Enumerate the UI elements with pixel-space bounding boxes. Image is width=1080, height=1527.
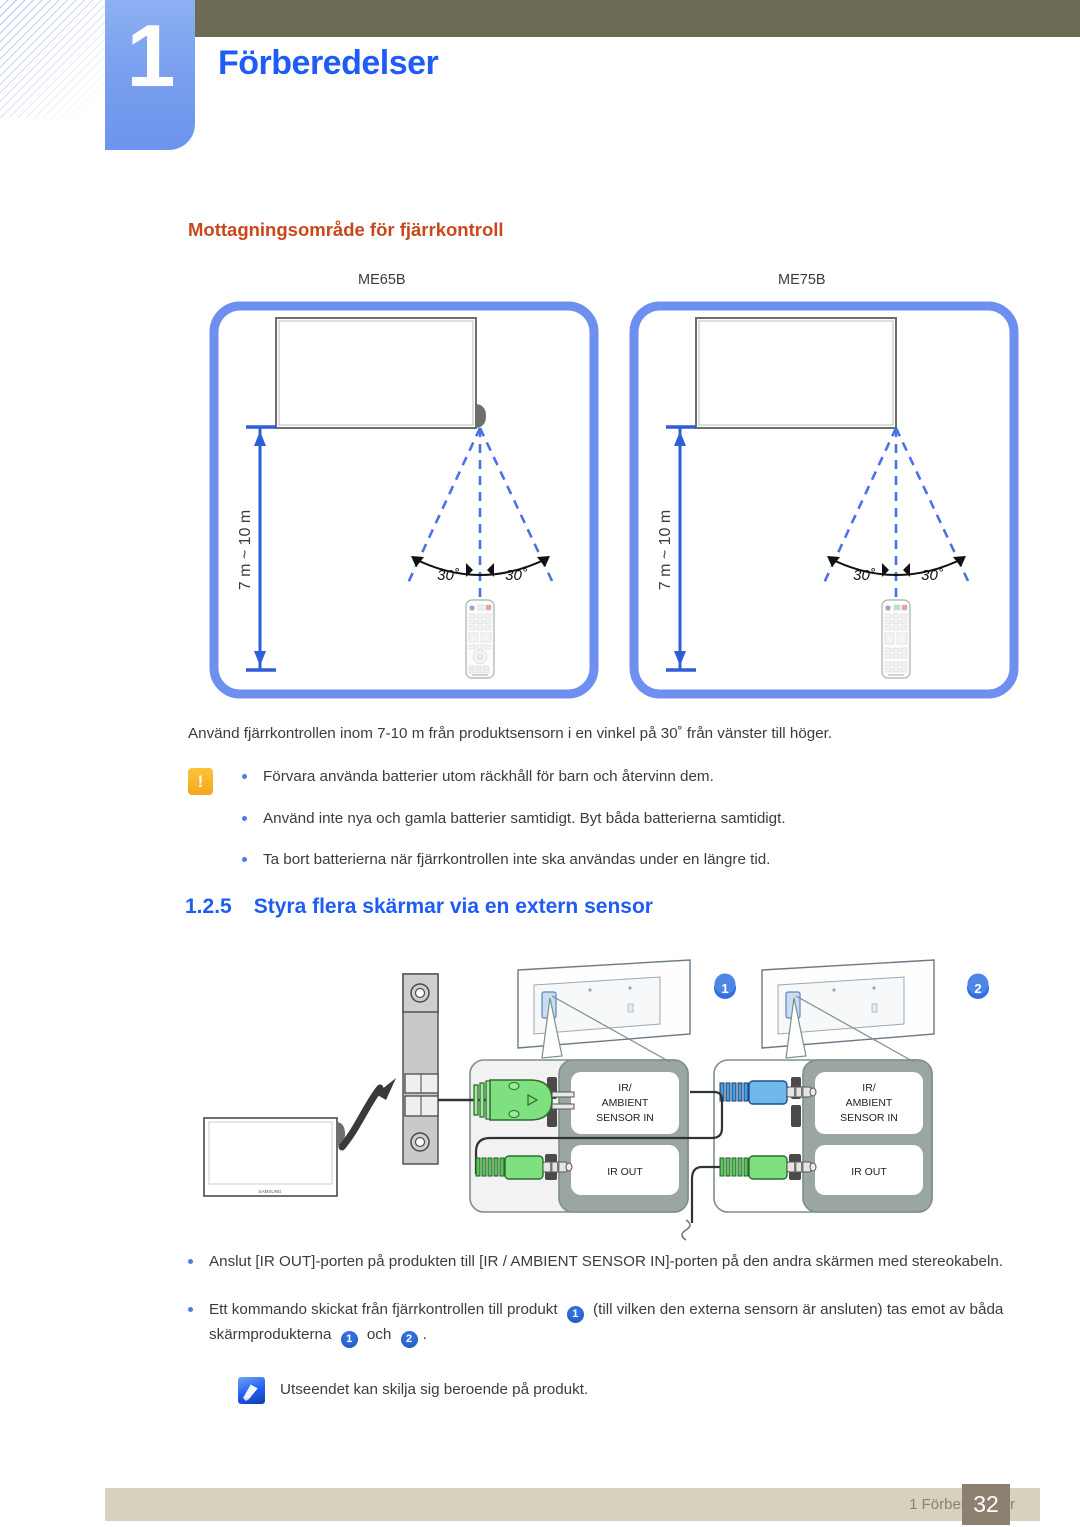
corner-hatch-decoration xyxy=(0,0,120,118)
bullet-dot xyxy=(242,857,247,863)
display-rear-2-icon xyxy=(761,959,935,1049)
section-title: Styra flera skärmar via en extern sensor xyxy=(253,895,653,918)
exclamation-icon: ! xyxy=(188,768,213,795)
list-item: Anslut [IR OUT]-porten på produkten till… xyxy=(188,1250,1018,1274)
angle-right-me65b: 30˚ xyxy=(505,567,528,584)
bottom-bullet-2: Ett kommando skickat från fjärrkontrolle… xyxy=(209,1298,1018,1348)
bullet-dot xyxy=(188,1306,193,1312)
header-olive-bar xyxy=(193,0,1080,37)
bullet-dot xyxy=(242,774,247,779)
intro-paragraph: Använd fjärrkontrollen inom 7-10 m från … xyxy=(188,725,833,742)
note-text: Utseendet kan skilja sig beroende på pro… xyxy=(280,1381,589,1398)
port-label-sensor-in-2a: IR/ xyxy=(862,1082,876,1094)
caution-item-1: Förvara använda batterier utom räckhåll … xyxy=(263,768,714,785)
sub-heading: Mottagningsområde för fjärrkontroll xyxy=(188,219,504,240)
angle-left-me65b: 30˚ xyxy=(437,567,460,584)
page-title: Förberedelser xyxy=(218,44,439,82)
bottom-bullet-1: Anslut [IR OUT]-porten på produkten till… xyxy=(209,1253,1004,1270)
remote-control-icon xyxy=(881,599,911,679)
bottom-bullet-list: Anslut [IR OUT]-porten på produkten till… xyxy=(188,1250,1018,1366)
note-pen-icon xyxy=(238,1377,265,1404)
display-left-icon: SAMSUNG xyxy=(203,1117,345,1197)
caution-item-2: Använd inte nya och gamla batterier samt… xyxy=(263,809,786,827)
angle-right-me75b: 30˚ xyxy=(921,567,944,584)
circled-number-2: 2 xyxy=(400,1330,418,1348)
display-rear-1-icon xyxy=(517,959,691,1049)
chapter-number: 1 xyxy=(126,6,176,105)
distance-label-me65b: 7 m ~ 10 m xyxy=(237,510,254,590)
svg-text:2: 2 xyxy=(974,981,981,996)
external-sensor-diagram: SAMSUNG IR/ AMBIENT SENSOR IN IR OUT IR/… xyxy=(190,952,1000,1242)
badge-1: 1 xyxy=(714,973,736,999)
caution-list: Förvara använda batterier utom räckhåll … xyxy=(242,765,1002,890)
diagram-label-me75b: ME75B xyxy=(778,272,826,288)
bullet-dot xyxy=(188,1259,193,1264)
page-number: 32 xyxy=(962,1484,1010,1525)
port-label-ir-out-1: IR OUT xyxy=(607,1166,643,1178)
diagram-label-me65b: ME65B xyxy=(358,272,406,288)
section-heading: 1.2.5 Styra flera skärmar via en extern … xyxy=(185,895,653,919)
port-label-sensor-in-1b: AMBIENT xyxy=(602,1097,649,1109)
port-label-sensor-in-1a: IR/ xyxy=(618,1082,632,1094)
list-item: Förvara använda batterier utom räckhåll … xyxy=(242,765,1002,789)
circled-number-1: 1 xyxy=(566,1305,584,1323)
circled-number-1: 1 xyxy=(340,1330,358,1348)
external-sensor-module xyxy=(402,973,439,1165)
caution-item-3: Ta bort batterierna när fjärrkontrollen … xyxy=(263,851,771,869)
remote-control-icon xyxy=(465,599,495,679)
list-item: Använd inte nya och gamla batterier samt… xyxy=(242,807,1002,831)
port-label-sensor-in-2b: AMBIENT xyxy=(846,1097,893,1109)
list-item: Ett kommando skickat från fjärrkontrolle… xyxy=(188,1298,1018,1348)
section-number: 1.2.5 xyxy=(185,895,232,918)
badge-2: 2 xyxy=(967,973,989,999)
port-label-sensor-in-2c: SENSOR IN xyxy=(840,1112,898,1124)
remote-range-diagram-me75b: 7 m ~ 10 m 30˚ 30˚ xyxy=(628,300,1020,700)
port-label-sensor-in-1c: SENSOR IN xyxy=(596,1112,654,1124)
list-item: Ta bort batterierna när fjärrkontrollen … xyxy=(242,848,1002,872)
port-label-ir-out-2: IR OUT xyxy=(851,1166,887,1178)
remote-range-diagram-me65b: 7 m ~ 10 m 30˚ 30˚ xyxy=(208,300,600,700)
svg-text:SAMSUNG: SAMSUNG xyxy=(258,1189,282,1194)
distance-label-me75b: 7 m ~ 10 m xyxy=(657,510,674,590)
angle-left-me75b: 30˚ xyxy=(853,567,876,584)
bullet-dot xyxy=(242,815,247,821)
footer-bar xyxy=(105,1488,1040,1521)
chapter-tab: 1 xyxy=(105,0,195,150)
svg-text:1: 1 xyxy=(721,981,728,996)
